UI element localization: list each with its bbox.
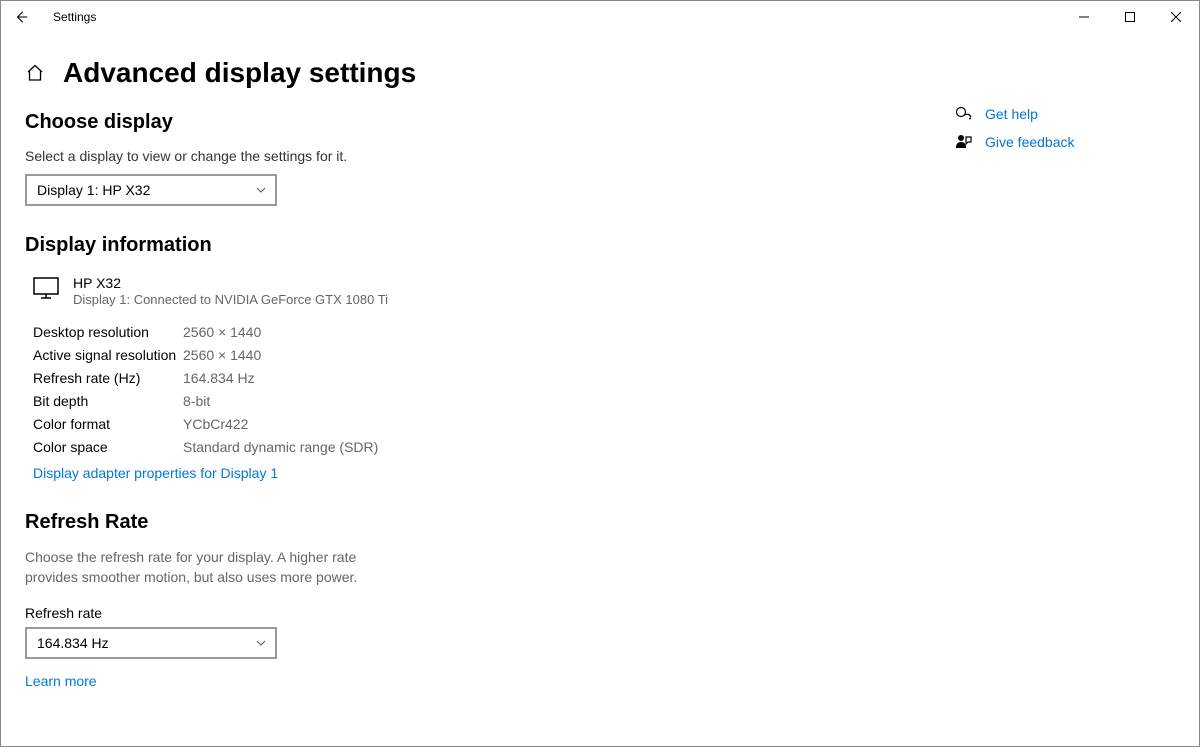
- page-header: Advanced display settings: [25, 57, 745, 89]
- help-icon: [955, 105, 973, 123]
- choose-display-section: Choose display Select a display to view …: [25, 111, 745, 206]
- info-label: Color space: [33, 436, 183, 458]
- info-label: Color format: [33, 413, 183, 435]
- display-info-header: HP X32 Display 1: Connected to NVIDIA Ge…: [25, 275, 745, 307]
- info-label: Desktop resolution: [33, 321, 183, 343]
- info-label: Bit depth: [33, 390, 183, 412]
- back-button[interactable]: [1, 1, 41, 33]
- info-value: 2560 × 1440: [183, 321, 261, 343]
- titlebar: Settings: [1, 1, 1199, 33]
- get-help-label: Get help: [985, 106, 1038, 122]
- choose-display-title: Choose display: [25, 111, 745, 134]
- info-row-color-format: Color format YCbCr422: [33, 413, 745, 435]
- maximize-button[interactable]: [1107, 1, 1153, 33]
- display-information-section: Display information HP X32 Display 1: Co…: [25, 234, 745, 483]
- display-select-dropdown[interactable]: Display 1: HP X32: [25, 174, 277, 206]
- info-row-bit-depth: Bit depth 8-bit: [33, 390, 745, 412]
- home-button[interactable]: [25, 63, 45, 83]
- content-area: Advanced display settings Choose display…: [1, 33, 1199, 719]
- refresh-rate-section: Refresh Rate Choose the refresh rate for…: [25, 511, 745, 691]
- info-value: Standard dynamic range (SDR): [183, 436, 378, 458]
- monitor-icon: [33, 277, 59, 299]
- close-button[interactable]: [1153, 1, 1199, 33]
- refresh-rate-dropdown[interactable]: 164.834 Hz: [25, 627, 277, 659]
- page-title: Advanced display settings: [63, 57, 416, 89]
- info-row-desktop-resolution: Desktop resolution 2560 × 1440: [33, 321, 745, 343]
- feedback-icon: [955, 133, 973, 151]
- window-title: Settings: [53, 10, 96, 24]
- display-select-value: Display 1: HP X32: [37, 182, 150, 198]
- display-name: HP X32: [73, 275, 388, 291]
- chevron-down-icon: [255, 637, 267, 649]
- info-row-active-signal-resolution: Active signal resolution 2560 × 1440: [33, 344, 745, 366]
- info-row-refresh-rate: Refresh rate (Hz) 164.834 Hz: [33, 367, 745, 389]
- display-adapter-properties-link[interactable]: Display adapter properties for Display 1: [33, 465, 278, 481]
- info-row-color-space: Color space Standard dynamic range (SDR): [33, 436, 745, 458]
- get-help-link[interactable]: Get help: [955, 105, 1163, 123]
- window-controls: [1061, 1, 1199, 33]
- info-value: 8-bit: [183, 390, 210, 412]
- info-label: Refresh rate (Hz): [33, 367, 183, 389]
- display-subtitle: Display 1: Connected to NVIDIA GeForce G…: [73, 292, 388, 307]
- display-information-title: Display information: [25, 234, 745, 257]
- info-value: 2560 × 1440: [183, 344, 261, 366]
- refresh-rate-field-label: Refresh rate: [25, 605, 745, 621]
- home-icon: [25, 63, 45, 83]
- give-feedback-label: Give feedback: [985, 134, 1075, 150]
- refresh-rate-value: 164.834 Hz: [37, 635, 109, 651]
- info-value: YCbCr422: [183, 413, 248, 435]
- learn-more-link[interactable]: Learn more: [25, 673, 97, 689]
- choose-display-desc: Select a display to view or change the s…: [25, 148, 745, 164]
- info-label: Active signal resolution: [33, 344, 183, 366]
- refresh-rate-desc: Choose the refresh rate for your display…: [25, 548, 405, 587]
- minimize-button[interactable]: [1061, 1, 1107, 33]
- arrow-left-icon: [14, 10, 28, 24]
- close-icon: [1171, 12, 1181, 22]
- display-info-table: Desktop resolution 2560 × 1440 Active si…: [33, 321, 745, 458]
- chevron-down-icon: [255, 184, 267, 196]
- minimize-icon: [1079, 12, 1089, 22]
- info-value: 164.834 Hz: [183, 367, 255, 389]
- refresh-rate-title: Refresh Rate: [25, 511, 745, 534]
- main-column: Advanced display settings Choose display…: [25, 49, 745, 719]
- give-feedback-link[interactable]: Give feedback: [955, 133, 1163, 151]
- right-column: Get help Give feedback: [955, 49, 1175, 719]
- maximize-icon: [1125, 12, 1135, 22]
